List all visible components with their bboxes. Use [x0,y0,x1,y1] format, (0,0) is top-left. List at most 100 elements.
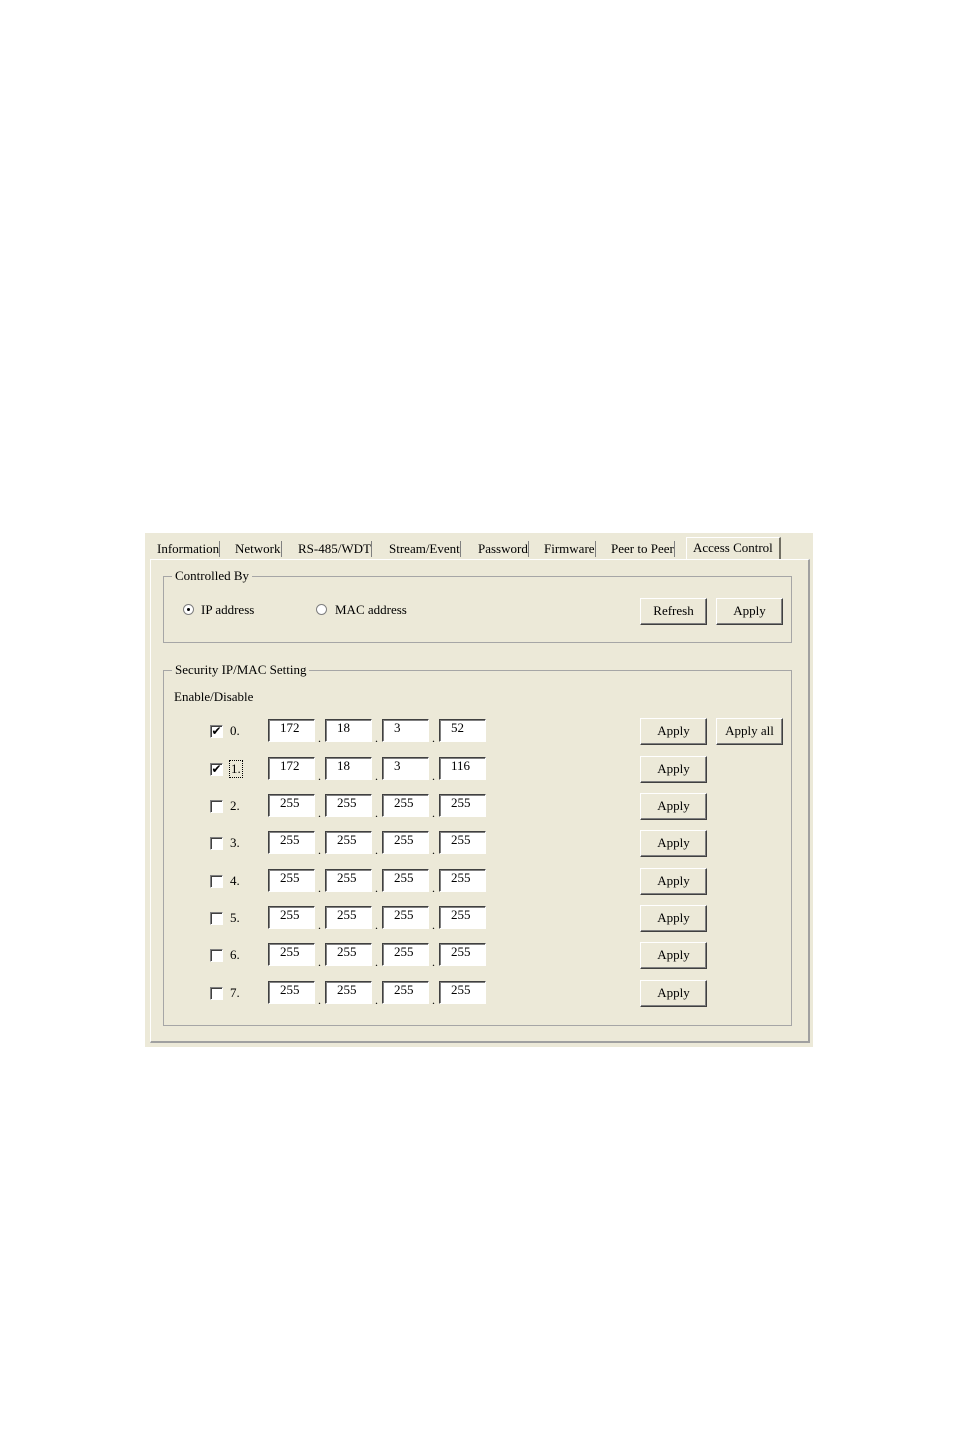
ip-octet-input[interactable]: 255 [325,794,372,817]
tab-peer-to-peer[interactable]: Peer to Peer [607,541,675,557]
ip-octet-input[interactable]: 172 [268,757,315,780]
ip-octet-input[interactable]: 255 [382,906,429,929]
security-row: 2. 255. 255. 255. 255 Apply [164,793,791,820]
octet-separator: . [318,806,321,820]
octet-separator: . [432,731,435,745]
ip-octet-input[interactable]: 255 [382,869,429,892]
octet-separator: . [318,769,321,783]
ip-octet-input[interactable]: 255 [268,869,315,892]
ip-octet-input[interactable]: 3 [382,757,429,780]
ip-octet-input[interactable]: 255 [268,981,315,1004]
octet-separator: . [375,769,378,783]
ip-octet-input[interactable]: 255 [382,831,429,854]
ip-octet-input[interactable]: 18 [325,719,372,742]
controlled-by-label: Controlled By [172,567,253,585]
ip-octet-input[interactable]: 52 [439,719,486,742]
ip-octet-input[interactable]: 255 [382,943,429,966]
row-apply-button[interactable]: Apply [640,905,707,932]
row-apply-button[interactable]: Apply [640,942,707,969]
row-index-label: 0. [230,723,240,738]
octet-separator: . [432,881,435,895]
row-index-label: 1. [229,760,243,778]
octet-separator: . [318,881,321,895]
octet-separator: . [432,993,435,1007]
row-index-label: 6. [230,947,240,962]
mac-address-label[interactable]: MAC address [335,602,407,618]
mac-address-radio[interactable] [316,604,327,615]
enable-checkbox[interactable] [210,800,223,813]
security-row: ✔ 0. 172. 18. 3. 52 Apply [164,718,791,745]
security-group: Security IP/MAC Setting Enable/Disable A… [163,661,792,1026]
enable-checkbox[interactable]: ✔ [210,725,223,738]
ip-octet-input[interactable]: 255 [268,943,315,966]
octet-separator: . [432,843,435,857]
octet-separator: . [318,843,321,857]
row-apply-button[interactable]: Apply [640,868,707,895]
row-apply-button[interactable]: Apply [640,980,707,1007]
ip-octet-input[interactable]: 255 [268,906,315,929]
enable-disable-label: Enable/Disable [174,689,254,704]
enable-checkbox[interactable] [210,912,223,925]
security-row: 7. 255. 255. 255. 255 Apply [164,980,791,1007]
ip-octet-input[interactable]: 3 [382,719,429,742]
row-apply-button[interactable]: Apply [640,830,707,857]
row-index-label: 5. [230,910,240,925]
ip-address-radio[interactable] [183,604,194,615]
ip-octet-input[interactable]: 172 [268,719,315,742]
enable-checkbox[interactable]: ✔ [210,763,223,776]
row-apply-button[interactable]: Apply [640,756,707,783]
octet-separator: . [375,955,378,969]
row-apply-button[interactable]: Apply [640,793,707,820]
tab-rs485-wdt[interactable]: RS-485/WDT [294,541,372,557]
ip-octet-input[interactable]: 255 [439,943,486,966]
octet-separator: . [432,918,435,932]
tab-information[interactable]: Information [153,541,221,557]
ip-octet-input[interactable]: 255 [382,794,429,817]
ip-octet-input[interactable]: 255 [382,981,429,1004]
octet-separator: . [375,843,378,857]
controlled-by-group: Controlled By IP address MAC address Ref… [163,567,792,643]
refresh-button[interactable]: Refresh [640,598,707,625]
enable-checkbox[interactable] [210,875,223,888]
ip-octet-input[interactable]: 255 [325,981,372,1004]
octet-separator: . [432,806,435,820]
octet-separator: . [432,955,435,969]
tab-password[interactable]: Password [474,541,529,557]
ip-octet-input[interactable]: 255 [439,794,486,817]
row-index-label: 3. [230,835,240,850]
ip-octet-input[interactable]: 255 [439,981,486,1004]
ip-octet-input[interactable]: 255 [439,906,486,929]
octet-separator: . [318,993,321,1007]
ip-octet-input[interactable]: 255 [325,831,372,854]
ip-octet-input[interactable]: 116 [439,757,486,780]
tab-network[interactable]: Network [231,541,282,557]
ip-address-label[interactable]: IP address [201,602,254,618]
octet-separator: . [375,918,378,932]
tab-access-control[interactable]: Access Control [686,537,781,559]
ip-octet-input[interactable]: 255 [439,831,486,854]
row-index-label: 4. [230,873,240,888]
security-row: ✔ 1. 172. 18. 3. 116 Apply [164,756,791,783]
ip-octet-input[interactable]: 255 [439,869,486,892]
ip-octet-input[interactable]: 255 [325,869,372,892]
octet-separator: . [375,731,378,745]
radio-selected-dot [187,608,190,611]
enable-checkbox[interactable] [210,949,223,962]
enable-checkbox[interactable] [210,987,223,1000]
ip-octet-input[interactable]: 18 [325,757,372,780]
ip-octet-input[interactable]: 255 [325,906,372,929]
tab-stream-event[interactable]: Stream/Event [385,541,461,557]
controlled-by-apply-button[interactable]: Apply [716,598,783,625]
ip-octet-input[interactable]: 255 [268,794,315,817]
row-index-label: 2. [230,798,240,813]
octet-separator: . [375,806,378,820]
enable-checkbox[interactable] [210,837,223,850]
security-row: 3. 255. 255. 255. 255 Apply [164,830,791,857]
ip-octet-input[interactable]: 255 [268,831,315,854]
row-apply-button[interactable]: Apply [640,718,707,745]
octet-separator: . [318,731,321,745]
ip-octet-input[interactable]: 255 [325,943,372,966]
security-row: 5. 255. 255. 255. 255 Apply [164,905,791,932]
octet-separator: . [375,881,378,895]
tab-firmware[interactable]: Firmware [540,541,596,557]
